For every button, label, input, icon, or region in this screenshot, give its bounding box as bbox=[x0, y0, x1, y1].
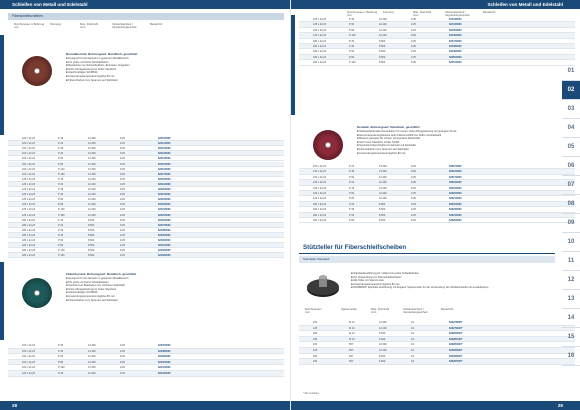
table-cell: 12.200 bbox=[88, 372, 96, 375]
column-header: Max. Drehzahl/min bbox=[80, 22, 99, 30]
table-cell: 1/25 bbox=[411, 61, 416, 65]
chapter-tab-15[interactable]: 15 bbox=[562, 328, 580, 347]
chapter-tab-06[interactable]: 06 bbox=[562, 157, 580, 176]
table-cell: 180 x 22,23 bbox=[313, 61, 327, 65]
page-header: Schleifen von Metall und Edelstahl bbox=[291, 0, 580, 9]
chapter-tab-13[interactable]: 13 bbox=[562, 290, 580, 309]
chapter-tab-07[interactable]: 07 bbox=[562, 176, 580, 195]
chapter-tab-01[interactable]: 01 bbox=[562, 62, 580, 81]
table-cell: 180 x 22,23 bbox=[313, 219, 327, 222]
column-header: Bestell-Nr. bbox=[441, 307, 454, 311]
column-header: Durchmesser mm bbox=[305, 307, 322, 315]
table-row: 180 x 22,23 P 80 8.500 1/25 626250000 bbox=[299, 218, 575, 224]
right-blue-strip bbox=[291, 15, 295, 115]
table-cell: 8.500 bbox=[379, 61, 386, 65]
table-cell: 180 x 22,23 bbox=[22, 254, 36, 258]
left-page: Schleifen von Metall und Edelstahl Fiber… bbox=[0, 0, 290, 410]
table-cell: P 120 bbox=[349, 61, 356, 65]
fiber-disc-image bbox=[22, 278, 52, 308]
bullet-item: ■ Anwendungstemperaturmögliche 80 m/s bbox=[357, 151, 406, 155]
column-header: Spannmutter bbox=[341, 307, 358, 311]
column-header: Bestell-Nr. bbox=[483, 10, 496, 14]
chapter-tab-14[interactable]: 14 bbox=[562, 309, 580, 328]
bullet-item: ■ Fiberscheiben zum Spannen auf Stütztel… bbox=[66, 298, 118, 302]
order-number: 623287000* bbox=[449, 360, 463, 364]
page-number: 28 bbox=[0, 401, 290, 410]
fiber-disc-image bbox=[22, 56, 52, 86]
chapter-tab-03[interactable]: 03 bbox=[562, 100, 580, 119]
table-cell: 1/1 bbox=[411, 360, 415, 364]
table-cell: 1/25 bbox=[411, 219, 416, 222]
left-blue-strip bbox=[0, 35, 4, 135]
chapter-tab-05[interactable]: 05 bbox=[562, 138, 580, 157]
page-number: 29 bbox=[291, 401, 580, 410]
page-header: Schleifen von Metall und Edelstahl bbox=[0, 0, 290, 9]
divider bbox=[299, 253, 555, 254]
table-row: 230 5/8" 6.600 1/1 623287000* bbox=[299, 359, 575, 365]
bullet-item: ■ Fiberscheiben zum Spannen auf Stütztel… bbox=[66, 78, 118, 82]
column-header: Körnung bbox=[50, 22, 61, 26]
section-title: Stützteller für Fiberschleifscheiben bbox=[303, 244, 407, 251]
column-header: Verkaufseinheit / Verpackungseinheit bbox=[112, 22, 137, 30]
table-cell: P 80 bbox=[349, 219, 355, 222]
order-number: 624330000 bbox=[158, 254, 171, 258]
order-number: 624510000 bbox=[449, 61, 462, 65]
section-tab: Fiberschleifscheiben bbox=[8, 13, 284, 20]
order-number: 626250000 bbox=[449, 219, 462, 222]
table-cell: P 36 bbox=[58, 372, 64, 375]
column-header: Körnung bbox=[383, 10, 394, 14]
column-header: Bestell-Nr. bbox=[150, 22, 163, 26]
chapter-tab-12[interactable]: 12 bbox=[562, 271, 580, 290]
chapter-tab-09[interactable]: 09 bbox=[562, 214, 580, 233]
chapter-tab-10[interactable]: 10 bbox=[562, 233, 580, 252]
chapter-tab-02[interactable]: 02 bbox=[562, 81, 580, 100]
table-cell: 230 bbox=[313, 360, 318, 364]
table-cell: 8.500 bbox=[379, 219, 386, 222]
table-cell: 1/25 bbox=[120, 372, 125, 375]
table-cell: 125 x 22,23 bbox=[22, 372, 36, 375]
chapter-tab-08[interactable]: 08 bbox=[562, 195, 580, 214]
product-title: Zirkonkorund, Bohrungsart: Rundloch, ges… bbox=[66, 272, 137, 276]
chapter-tab-04[interactable]: 04 bbox=[562, 119, 580, 138]
left-blue-strip-2 bbox=[0, 262, 4, 340]
column-header: Max. Drehzahl/min bbox=[371, 307, 390, 315]
table-cell: 1/25 bbox=[120, 254, 125, 258]
chapter-tab-16[interactable]: 16 bbox=[562, 347, 580, 366]
table-cell: 5/8" bbox=[349, 360, 354, 364]
fiber-disc-image bbox=[313, 130, 343, 160]
column-header: Durchmesser x Bohrung mm bbox=[14, 22, 45, 30]
table-row: 125 x 22,23 P 36 12.200 1/25 624420000 bbox=[8, 371, 284, 377]
table-row: 180 x 22,23 P 120 8.500 1/25 624510000 bbox=[299, 60, 575, 66]
footnote: * Mit neuartiger bbox=[303, 392, 320, 395]
product-title: Keramik, Bohrungsart: Rundloch, geschlit… bbox=[357, 125, 420, 129]
table-cell: P 180 bbox=[58, 254, 65, 258]
table-row: 180 x 22,23 P 180 8.500 1/25 624330000 bbox=[8, 253, 284, 259]
backing-pad-image bbox=[305, 270, 341, 304]
table-cell: 8.500 bbox=[88, 254, 95, 258]
column-header: Verkaufseinheit / Verpackungseinheit bbox=[403, 307, 428, 315]
right-page: Schleifen von Metall und Edelstahl Durch… bbox=[290, 0, 580, 410]
bullet-item: ■ 623288000: Spezielle Ausführung mit lä… bbox=[351, 286, 489, 290]
product-title: Normalkorund, Bohrungsart: Rundloch, ges… bbox=[66, 52, 138, 56]
order-number: 624420000 bbox=[158, 372, 171, 375]
table-cell: 6.600 bbox=[379, 360, 386, 364]
subsection-bar: Stützteller Standard bbox=[299, 256, 555, 263]
chapter-tab-11[interactable]: 11 bbox=[562, 252, 580, 271]
